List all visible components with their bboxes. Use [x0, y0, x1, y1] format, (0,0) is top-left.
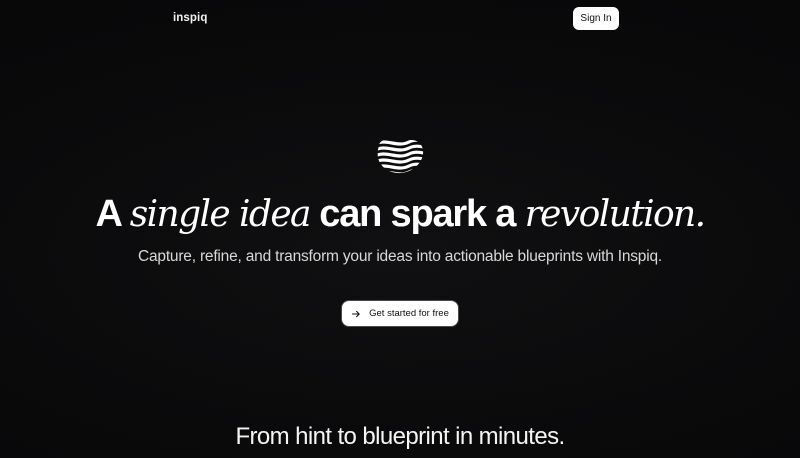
headline-part-3: can spark a: [309, 193, 525, 235]
brand-logo-text[interactable]: inspiq: [173, 12, 207, 24]
get-started-label: Get started for free: [369, 308, 449, 319]
headline-emphasis-single-idea: single idea: [129, 194, 312, 235]
sign-in-button[interactable]: Sign In: [573, 7, 619, 30]
section-title: From hint to blueprint in minutes.: [235, 423, 565, 450]
headline-part-1: A: [95, 193, 130, 235]
hero-headline: A single idea can spark a revolution.: [0, 188, 800, 241]
headline-emphasis-revolution: revolution.: [524, 194, 707, 235]
hero-subtitle: Capture, refine, and transform your idea…: [137, 248, 662, 265]
get-started-button[interactable]: Get started for free: [342, 301, 458, 326]
wave-ribbon-icon: [375, 136, 425, 176]
arrow-right-icon: [351, 309, 361, 319]
